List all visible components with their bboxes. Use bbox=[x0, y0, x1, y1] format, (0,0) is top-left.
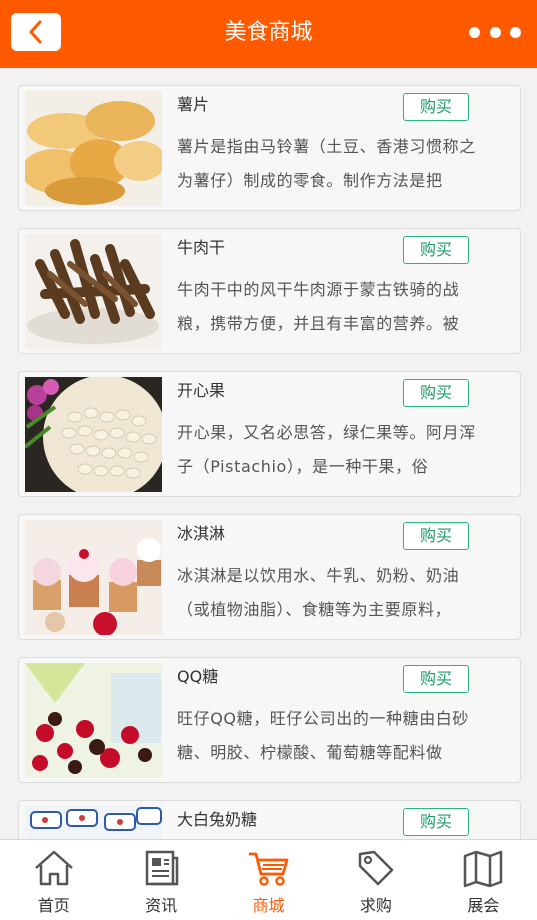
top-bar: 美食商城 bbox=[0, 0, 537, 68]
tab-home[interactable]: 首页 bbox=[0, 840, 107, 920]
product-image-pistachio[interactable] bbox=[25, 377, 162, 492]
tab-purchase[interactable]: 求购 bbox=[322, 840, 429, 920]
product-card[interactable]: 牛肉干 购买 牛肉干中的风干牛肉源于蒙古铁骑的战粮，携带方便，并且有丰富的营养。… bbox=[18, 228, 521, 354]
bottom-tab-bar: 首页 资讯 商城 求购 展会 bbox=[0, 839, 537, 920]
product-description: 冰淇淋是以饮用水、牛乳、奶粉、奶油（或植物油脂）、食糖等为主要原料， bbox=[177, 566, 460, 619]
product-name[interactable]: 牛肉干 bbox=[177, 237, 225, 259]
product-name[interactable]: 冰淇淋 bbox=[177, 523, 225, 545]
tab-label: 首页 bbox=[37, 896, 70, 915]
product-list[interactable]: 薯片 购买 薯片是指由马铃薯（土豆、香港习惯称之为薯仔）制成的零食。制作方法是把… bbox=[0, 68, 537, 839]
tab-label: 展会 bbox=[467, 896, 500, 915]
tab-label: 资讯 bbox=[145, 896, 178, 915]
product-image-white-rabbit-candy[interactable] bbox=[25, 806, 162, 839]
tab-label: 商城 bbox=[252, 896, 285, 915]
product-card[interactable]: 开心果 购买 开心果，又名必思答，绿仁果等。阿月浑子（Pistachio），是一… bbox=[18, 371, 521, 497]
product-description: 牛肉干中的风干牛肉源于蒙古铁骑的战粮，携带方便，并且有丰富的营养。被 bbox=[177, 280, 460, 333]
product-image-chips[interactable] bbox=[25, 91, 162, 206]
buy-button[interactable]: 购买 bbox=[403, 808, 469, 836]
more-menu-button[interactable] bbox=[465, 20, 525, 44]
product-card[interactable]: 冰淇淋 购买 冰淇淋是以饮用水、牛乳、奶粉、奶油（或植物油脂）、食糖等为主要原料… bbox=[18, 514, 521, 640]
product-image-ice-cream[interactable] bbox=[25, 520, 162, 635]
product-card[interactable]: 大白兔奶糖 购买 bbox=[18, 800, 521, 839]
product-name[interactable]: QQ糖 bbox=[177, 666, 218, 688]
tab-exhibition[interactable]: 展会 bbox=[430, 840, 537, 920]
page-title: 美食商城 bbox=[224, 20, 313, 45]
tag-icon bbox=[358, 850, 394, 886]
cart-icon bbox=[248, 852, 288, 886]
product-description: 旺仔QQ糖，旺仔公司出的一种糖由白砂糖、明胶、柠檬酸、葡萄糖等配料做 bbox=[177, 709, 469, 762]
buy-button[interactable]: 购买 bbox=[403, 236, 469, 264]
news-icon bbox=[145, 850, 179, 886]
buy-button[interactable]: 购买 bbox=[403, 522, 469, 550]
product-card[interactable]: QQ糖 购买 旺仔QQ糖，旺仔公司出的一种糖由白砂糖、明胶、柠檬酸、葡萄糖等配料… bbox=[18, 657, 521, 783]
product-card[interactable]: 薯片 购买 薯片是指由马铃薯（土豆、香港习惯称之为薯仔）制成的零食。制作方法是把 bbox=[18, 85, 521, 211]
product-name[interactable]: 大白兔奶糖 bbox=[177, 809, 257, 831]
buy-button[interactable]: 购买 bbox=[403, 379, 469, 407]
product-image-beef-jerky[interactable] bbox=[25, 234, 162, 349]
more-dot-icon bbox=[469, 26, 480, 38]
home-icon bbox=[34, 850, 73, 886]
map-icon bbox=[464, 850, 503, 888]
product-description: 开心果，又名必思答，绿仁果等。阿月浑子（Pistachio），是一种干果，俗 bbox=[177, 423, 476, 476]
product-description: 薯片是指由马铃薯（土豆、香港习惯称之为薯仔）制成的零食。制作方法是把 bbox=[177, 137, 476, 190]
more-dot-icon bbox=[510, 26, 521, 38]
tab-mall[interactable]: 商城 bbox=[215, 840, 322, 920]
product-name[interactable]: 开心果 bbox=[177, 380, 225, 402]
tab-label: 求购 bbox=[359, 896, 392, 915]
buy-button[interactable]: 购买 bbox=[403, 93, 469, 121]
more-dot-icon bbox=[489, 26, 501, 38]
product-name[interactable]: 薯片 bbox=[177, 94, 209, 116]
tab-news[interactable]: 资讯 bbox=[107, 840, 214, 920]
product-image-qq-candy[interactable] bbox=[25, 663, 162, 778]
buy-button[interactable]: 购买 bbox=[403, 665, 469, 693]
